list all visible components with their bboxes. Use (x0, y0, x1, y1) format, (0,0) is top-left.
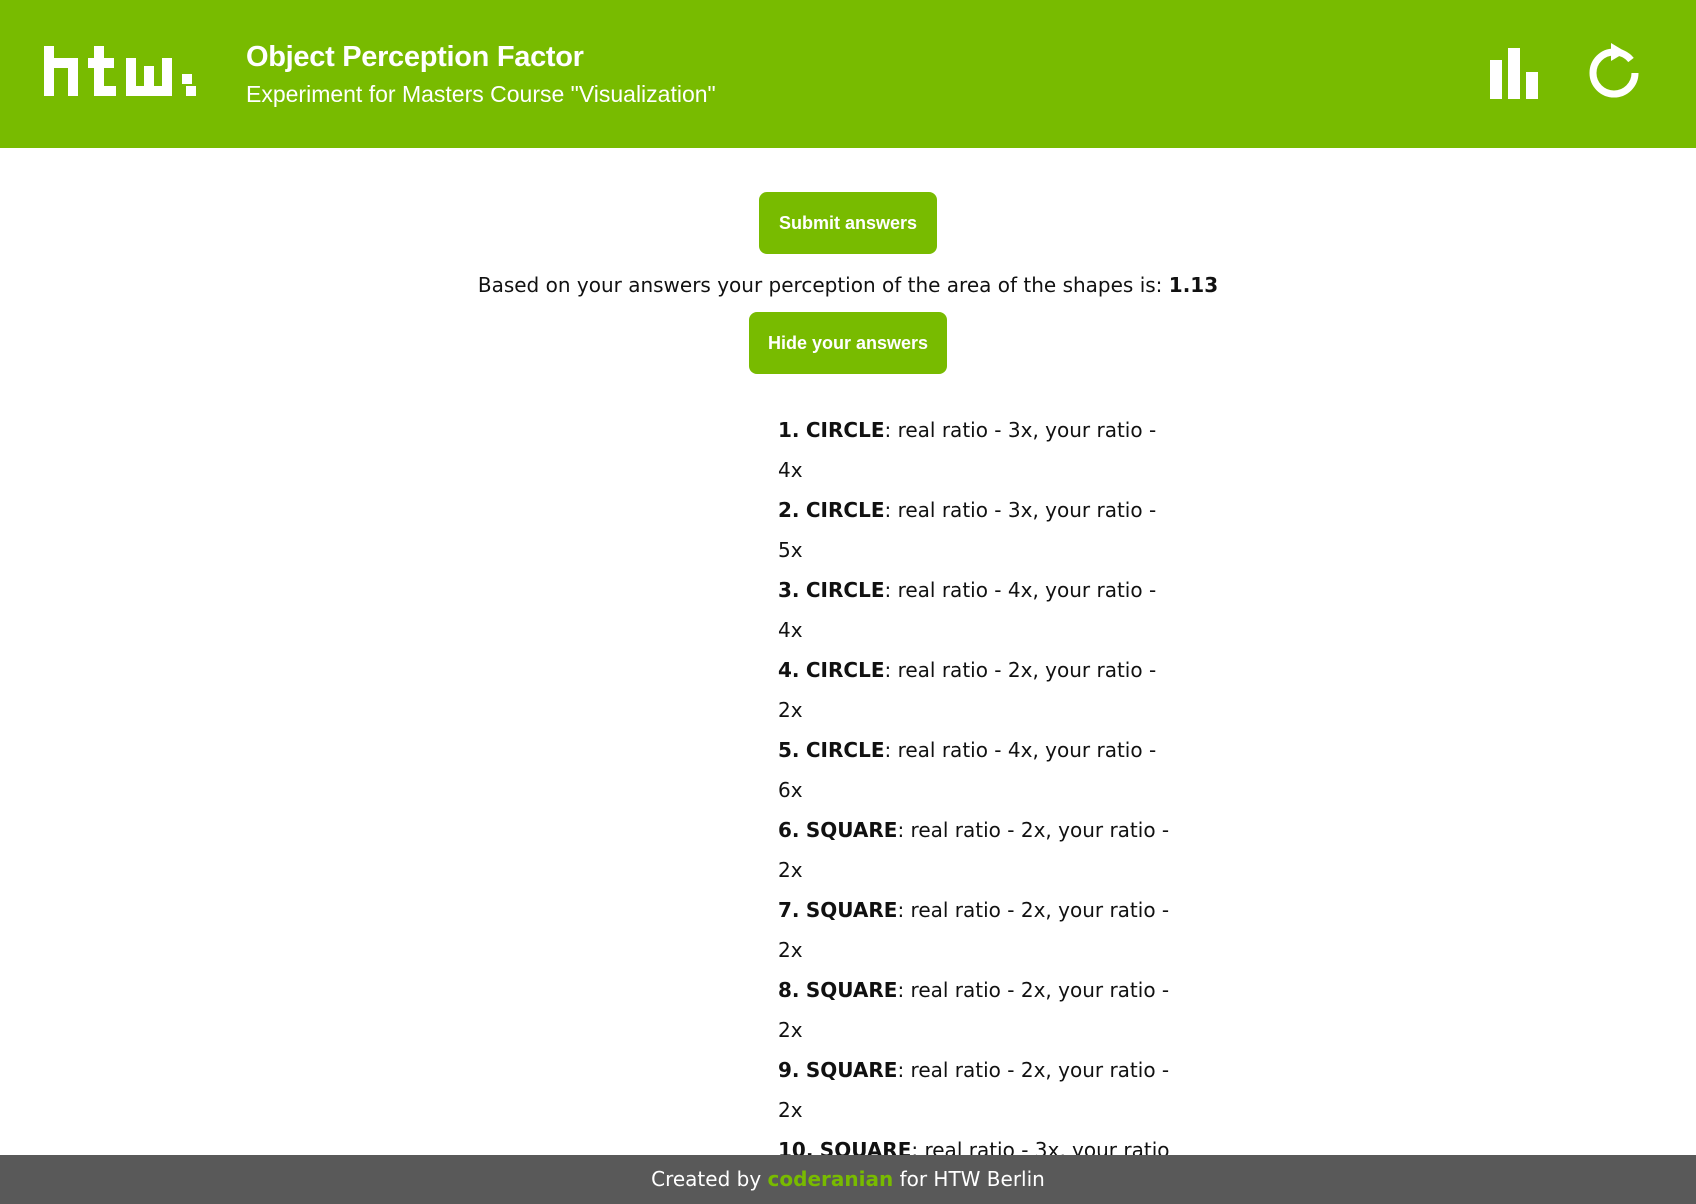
answer-number: 8. (778, 978, 800, 1002)
answer-shape: CIRCLE (805, 738, 885, 762)
answer-shape: CIRCLE (805, 658, 885, 682)
hide-answers-button[interactable]: Hide your answers (749, 312, 947, 374)
answer-number: 2. (778, 498, 800, 522)
result-text: Based on your answers your perception of… (477, 273, 1163, 297)
footer-suffix: for HTW Berlin (899, 1167, 1045, 1191)
htw-logo (44, 46, 196, 100)
answer-number: 7. (778, 898, 800, 922)
footer-prefix: Created by (651, 1167, 762, 1191)
list-item: 2. CIRCLE: real ratio - 3x, your ratio -… (0, 490, 1696, 570)
page: Object Perception Factor Experiment for … (0, 0, 1696, 1204)
list-item: 6. SQUARE: real ratio - 2x, your ratio -… (0, 810, 1696, 890)
list-item: 1. CIRCLE: real ratio - 3x, your ratio -… (0, 410, 1696, 490)
page-footer: Created by coderanian for HTW Berlin (0, 1155, 1696, 1204)
answer-number: 9. (778, 1058, 800, 1082)
answer-shape: SQUARE (805, 818, 898, 842)
answer-shape: CIRCLE (805, 498, 885, 522)
submit-answers-button[interactable]: Submit answers (759, 192, 937, 254)
app-header: Object Perception Factor Experiment for … (0, 0, 1696, 148)
header-titles: Object Perception Factor Experiment for … (246, 40, 716, 108)
result-value: 1.13 (1168, 273, 1219, 297)
list-item: 4. CIRCLE: real ratio - 2x, your ratio -… (0, 650, 1696, 730)
app-subtitle: Experiment for Masters Course "Visualiza… (246, 81, 716, 107)
reset-icon[interactable] (1584, 43, 1644, 107)
list-item: 9. SQUARE: real ratio - 2x, your ratio -… (0, 1050, 1696, 1130)
answer-number: 6. (778, 818, 800, 842)
answer-shape: CIRCLE (805, 578, 885, 602)
list-item: 8. SQUARE: real ratio - 2x, your ratio -… (0, 970, 1696, 1050)
answer-shape: SQUARE (805, 978, 898, 1002)
answers-list: 1. CIRCLE: real ratio - 3x, your ratio -… (0, 410, 1696, 1204)
answer-number: 4. (778, 658, 800, 682)
main-content: Submit answers Based on your answers you… (0, 148, 1696, 1204)
author-link[interactable]: coderanian (768, 1167, 894, 1191)
perception-result: Based on your answers your perception of… (0, 272, 1696, 298)
answer-shape: SQUARE (805, 1058, 898, 1082)
list-item: 5. CIRCLE: real ratio - 4x, your ratio -… (0, 730, 1696, 810)
list-item: 3. CIRCLE: real ratio - 4x, your ratio -… (0, 570, 1696, 650)
list-item: 7. SQUARE: real ratio - 2x, your ratio -… (0, 890, 1696, 970)
answer-shape: CIRCLE (805, 418, 885, 442)
answer-number: 3. (778, 578, 800, 602)
app-title: Object Perception Factor (246, 41, 584, 73)
answer-number: 5. (778, 738, 800, 762)
answer-number: 1. (778, 418, 800, 442)
bar-chart-icon[interactable] (1488, 46, 1542, 104)
answer-shape: SQUARE (805, 898, 898, 922)
